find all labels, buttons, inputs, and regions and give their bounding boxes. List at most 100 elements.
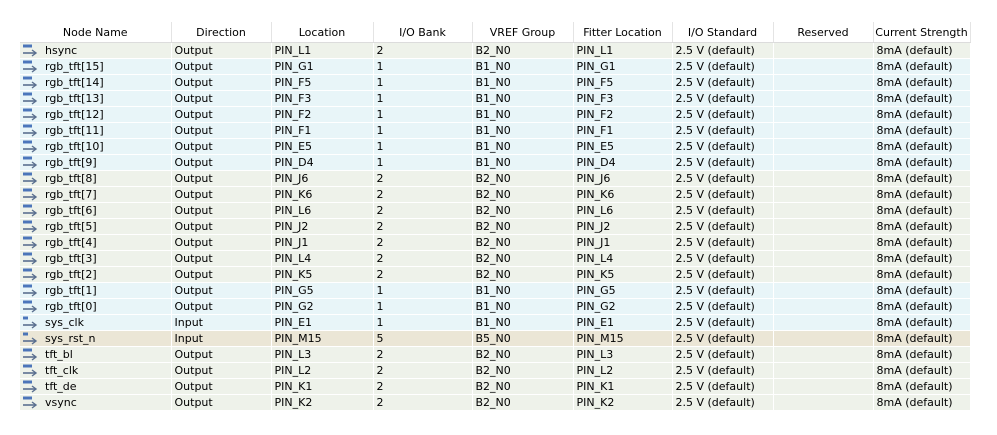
current-strength-cell[interactable]: 8mA (default)	[873, 122, 971, 139]
direction-cell[interactable]: Output	[171, 346, 272, 363]
node-name-cell[interactable]: sys_clk	[20, 314, 172, 331]
current-strength-cell[interactable]: 8mA (default)	[873, 330, 971, 347]
node-name-cell[interactable]: rgb_tft[7]	[20, 186, 172, 203]
vref-group-cell[interactable]: B1_N0	[472, 298, 574, 315]
vref-group-cell[interactable]: B2_N0	[472, 346, 574, 363]
reserved-cell[interactable]	[773, 298, 874, 315]
current-strength-cell[interactable]: 8mA (default)	[873, 90, 971, 107]
reserved-cell[interactable]	[773, 58, 874, 75]
location-cell[interactable]: PIN_J6	[271, 170, 374, 187]
vref-group-cell[interactable]: B1_N0	[472, 122, 574, 139]
fitter-location-cell[interactable]: PIN_L2	[573, 362, 673, 379]
current-strength-cell[interactable]: 8mA (default)	[873, 138, 971, 155]
table-row[interactable]: rgb_tft[4] Output PIN_J1 2 B2_N0 PIN_J1 2.5 V …	[20, 234, 971, 251]
fitter-location-cell[interactable]: PIN_E1	[573, 314, 673, 331]
location-cell[interactable]: PIN_L4	[271, 250, 374, 267]
io-bank-cell[interactable]: 2	[373, 218, 473, 235]
io-standard-cell[interactable]: 2.5 V (default)	[672, 170, 774, 187]
io-standard-cell[interactable]: 2.5 V (default)	[672, 362, 774, 379]
table-row[interactable]: rgb_tft[9] Output PIN_D4 1 B1_N0 PIN_D4 2.5 V …	[20, 154, 971, 171]
table-row[interactable]: sys_rst_n Input PIN_M15 5 B5_N0 PIN_M15 2.5 V …	[20, 330, 971, 347]
reserved-cell[interactable]	[773, 122, 874, 139]
io-bank-cell[interactable]: 2	[373, 202, 473, 219]
reserved-cell[interactable]	[773, 202, 874, 219]
direction-cell[interactable]: Output	[171, 266, 272, 283]
current-strength-cell[interactable]: 8mA (default)	[873, 42, 971, 59]
location-cell[interactable]: PIN_F3	[271, 90, 374, 107]
location-cell[interactable]: PIN_K2	[271, 394, 374, 411]
table-row[interactable]: rgb_tft[8] Output PIN_J6 2 B2_N0 PIN_J6 2.5 V …	[20, 170, 971, 187]
reserved-cell[interactable]	[773, 330, 874, 347]
vref-group-cell[interactable]: B1_N0	[472, 58, 574, 75]
location-cell[interactable]: PIN_L1	[271, 42, 374, 59]
table-row[interactable]: tft_clk Output PIN_L2 2 B2_N0 PIN_L2 2.5 V (de…	[20, 362, 971, 379]
location-cell[interactable]: PIN_G2	[271, 298, 374, 315]
vref-group-cell[interactable]: B2_N0	[472, 42, 574, 59]
io-bank-cell[interactable]: 1	[373, 138, 473, 155]
io-bank-cell[interactable]: 2	[373, 266, 473, 283]
reserved-cell[interactable]	[773, 362, 874, 379]
fitter-location-cell[interactable]: PIN_K1	[573, 378, 673, 395]
vref-group-cell[interactable]: B1_N0	[472, 314, 574, 331]
fitter-location-cell[interactable]: PIN_L4	[573, 250, 673, 267]
io-standard-cell[interactable]: 2.5 V (default)	[672, 154, 774, 171]
header-node-name[interactable]: Node Name	[20, 22, 172, 43]
direction-cell[interactable]: Output	[171, 394, 272, 411]
fitter-location-cell[interactable]: PIN_F1	[573, 122, 673, 139]
current-strength-cell[interactable]: 8mA (default)	[873, 250, 971, 267]
reserved-cell[interactable]	[773, 90, 874, 107]
reserved-cell[interactable]	[773, 170, 874, 187]
io-bank-cell[interactable]: 2	[373, 346, 473, 363]
reserved-cell[interactable]	[773, 138, 874, 155]
io-standard-cell[interactable]: 2.5 V (default)	[672, 122, 774, 139]
node-name-cell[interactable]: rgb_tft[2]	[20, 266, 172, 283]
node-name-cell[interactable]: vsync	[20, 394, 172, 411]
vref-group-cell[interactable]: B2_N0	[472, 394, 574, 411]
io-standard-cell[interactable]: 2.5 V (default)	[672, 346, 774, 363]
current-strength-cell[interactable]: 8mA (default)	[873, 314, 971, 331]
reserved-cell[interactable]	[773, 378, 874, 395]
reserved-cell[interactable]	[773, 186, 874, 203]
io-bank-cell[interactable]: 2	[373, 186, 473, 203]
fitter-location-cell[interactable]: PIN_G1	[573, 58, 673, 75]
vref-group-cell[interactable]: B2_N0	[472, 186, 574, 203]
fitter-location-cell[interactable]: PIN_K2	[573, 394, 673, 411]
location-cell[interactable]: PIN_M15	[271, 330, 374, 347]
vref-group-cell[interactable]: B5_N0	[472, 330, 574, 347]
reserved-cell[interactable]	[773, 314, 874, 331]
reserved-cell[interactable]	[773, 250, 874, 267]
fitter-location-cell[interactable]: PIN_J2	[573, 218, 673, 235]
current-strength-cell[interactable]: 8mA (default)	[873, 74, 971, 91]
table-row[interactable]: rgb_tft[6] Output PIN_L6 2 B2_N0 PIN_L6 2.5 V …	[20, 202, 971, 219]
node-name-cell[interactable]: rgb_tft[11]	[20, 122, 172, 139]
node-name-cell[interactable]: rgb_tft[1]	[20, 282, 172, 299]
io-bank-cell[interactable]: 2	[373, 250, 473, 267]
location-cell[interactable]: PIN_K5	[271, 266, 374, 283]
node-name-cell[interactable]: tft_bl	[20, 346, 172, 363]
direction-cell[interactable]: Output	[171, 378, 272, 395]
direction-cell[interactable]: Output	[171, 202, 272, 219]
fitter-location-cell[interactable]: PIN_L3	[573, 346, 673, 363]
io-bank-cell[interactable]: 2	[373, 42, 473, 59]
direction-cell[interactable]: Output	[171, 186, 272, 203]
current-strength-cell[interactable]: 8mA (default)	[873, 170, 971, 187]
vref-group-cell[interactable]: B2_N0	[472, 362, 574, 379]
location-cell[interactable]: PIN_D4	[271, 154, 374, 171]
location-cell[interactable]: PIN_F2	[271, 106, 374, 123]
location-cell[interactable]: PIN_E5	[271, 138, 374, 155]
vref-group-cell[interactable]: B1_N0	[472, 106, 574, 123]
table-row[interactable]: hsync Output PIN_L1 2 B2_N0 PIN_L1 2.5 V (defa…	[20, 42, 971, 59]
io-standard-cell[interactable]: 2.5 V (default)	[672, 106, 774, 123]
vref-group-cell[interactable]: B2_N0	[472, 234, 574, 251]
vref-group-cell[interactable]: B2_N0	[472, 378, 574, 395]
node-name-cell[interactable]: rgb_tft[4]	[20, 234, 172, 251]
location-cell[interactable]: PIN_J2	[271, 218, 374, 235]
io-standard-cell[interactable]: 2.5 V (default)	[672, 58, 774, 75]
current-strength-cell[interactable]: 8mA (default)	[873, 154, 971, 171]
fitter-location-cell[interactable]: PIN_G5	[573, 282, 673, 299]
io-standard-cell[interactable]: 2.5 V (default)	[672, 394, 774, 411]
table-row[interactable]: tft_de Output PIN_K1 2 B2_N0 PIN_K1 2.5 V (def…	[20, 378, 971, 395]
direction-cell[interactable]: Output	[171, 282, 272, 299]
node-name-cell[interactable]: rgb_tft[3]	[20, 250, 172, 267]
current-strength-cell[interactable]: 8mA (default)	[873, 378, 971, 395]
